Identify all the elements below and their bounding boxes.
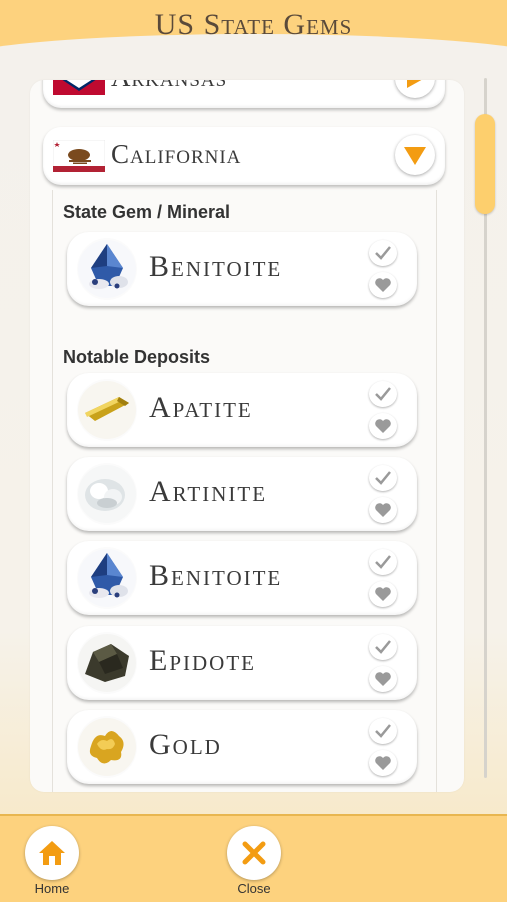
gem-name: Artinite xyxy=(149,475,268,508)
heart-icon xyxy=(375,672,391,686)
gem-name: Benitoite xyxy=(149,250,283,283)
bottom-nav-bar: Home Close xyxy=(0,814,507,902)
check-icon xyxy=(375,640,391,654)
triangle-right-icon xyxy=(407,80,422,88)
section-label-state-gem: State Gem / Mineral xyxy=(63,202,231,222)
gem-name: Apatite xyxy=(149,391,253,424)
arkansas-flag-icon xyxy=(53,80,105,95)
favorite-toggle[interactable] xyxy=(369,750,397,776)
page-title: US State Gems xyxy=(154,8,353,41)
collected-toggle[interactable] xyxy=(369,240,397,266)
home-label: Home xyxy=(34,881,70,896)
gem-card-epidote[interactable]: Epidote xyxy=(67,626,417,700)
collected-toggle[interactable] xyxy=(369,465,397,491)
gem-card-benitoite[interactable]: Benitoite xyxy=(67,541,417,615)
collected-toggle[interactable] xyxy=(369,718,397,744)
gem-card-apatite[interactable]: Apatite xyxy=(67,373,417,447)
collected-toggle[interactable] xyxy=(369,549,397,575)
california-flag-icon xyxy=(53,140,105,172)
gem-card-gold[interactable]: Gold xyxy=(67,710,417,784)
expanded-indent-line xyxy=(52,190,53,792)
gem-name: Epidote xyxy=(149,644,256,677)
benitoite-icon xyxy=(77,547,137,609)
check-icon xyxy=(375,724,391,738)
home-button-circle[interactable] xyxy=(25,826,79,880)
home-button[interactable]: Home xyxy=(12,814,92,896)
favorite-toggle[interactable] xyxy=(369,581,397,607)
close-button-circle[interactable] xyxy=(227,826,281,880)
state-row-california[interactable]: California xyxy=(43,127,445,185)
state-name: Arkansas xyxy=(111,80,227,93)
collected-toggle[interactable] xyxy=(369,381,397,407)
app-header: US State Gems xyxy=(0,0,507,58)
heart-icon xyxy=(375,278,391,292)
section-label-deposits: Notable Deposits xyxy=(63,347,211,367)
check-icon xyxy=(375,555,391,569)
check-icon xyxy=(375,471,391,485)
expand-button[interactable] xyxy=(395,80,435,98)
gem-name: Gold xyxy=(149,728,222,761)
favorite-toggle[interactable] xyxy=(369,497,397,523)
gold-icon xyxy=(77,716,137,778)
home-icon xyxy=(39,841,65,865)
favorite-toggle[interactable] xyxy=(369,666,397,692)
heart-icon xyxy=(375,419,391,433)
scrollbar-thumb[interactable] xyxy=(475,114,495,214)
gem-card-benitoite[interactable]: Benitoite xyxy=(67,232,417,306)
close-label: Close xyxy=(237,881,271,896)
check-icon xyxy=(375,246,391,260)
epidote-icon xyxy=(77,632,137,694)
states-list-panel[interactable]: Arkansas California State Gem / Mineral xyxy=(30,80,464,792)
favorite-toggle[interactable] xyxy=(369,413,397,439)
apatite-icon xyxy=(77,379,137,441)
heart-icon xyxy=(375,756,391,770)
heart-icon xyxy=(375,587,391,601)
benitoite-icon xyxy=(77,238,137,300)
gem-name: Benitoite xyxy=(149,559,283,592)
state-row-arkansas[interactable]: Arkansas xyxy=(43,80,445,108)
artinite-icon xyxy=(77,463,137,525)
collected-toggle[interactable] xyxy=(369,634,397,660)
gem-card-artinite[interactable]: Artinite xyxy=(67,457,417,531)
expanded-indent-line xyxy=(436,190,437,792)
check-icon xyxy=(375,387,391,401)
triangle-down-icon xyxy=(404,147,426,165)
close-icon xyxy=(242,841,266,865)
collapse-button[interactable] xyxy=(395,135,435,175)
state-name: California xyxy=(111,139,242,169)
heart-icon xyxy=(375,503,391,517)
close-button[interactable]: Close xyxy=(214,814,294,896)
favorite-toggle[interactable] xyxy=(369,272,397,298)
